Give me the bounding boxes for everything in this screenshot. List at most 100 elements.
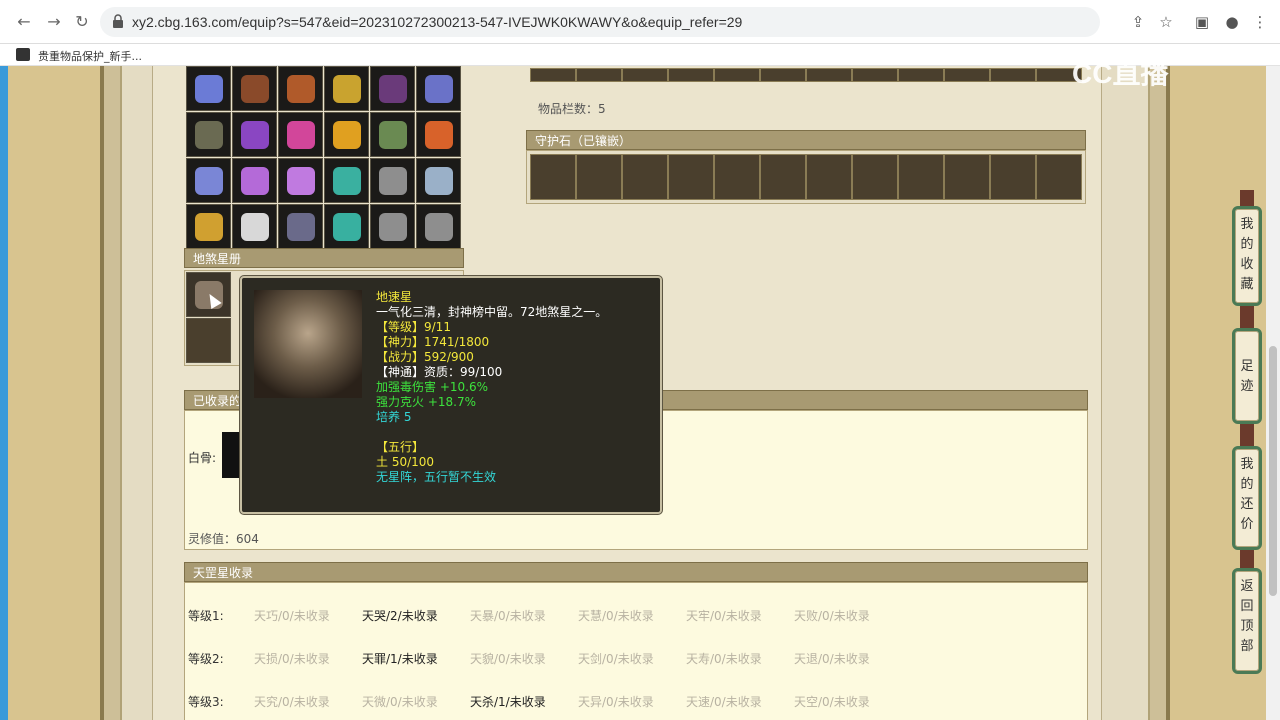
star-entry[interactable]: 天究/0/未收录 [254, 693, 330, 710]
guard-stone-header: 守护石（已镶嵌） [526, 130, 1086, 150]
star-entry[interactable]: 天貌/0/未收录 [470, 650, 546, 667]
item-slot[interactable] [232, 112, 277, 157]
star-entry[interactable]: 天杀/1/未收录 [470, 693, 546, 710]
item-slot[interactable] [416, 66, 461, 111]
url-text: xy2.cbg.163.com/equip?s=547&eid=20231027… [132, 14, 743, 30]
browser-toolbar: ← → ↻ xy2.cbg.163.com/equip?s=547&eid=20… [0, 0, 1280, 44]
tooltip-wuxing-value: 土 50/100 [376, 455, 435, 469]
earth-star-header: 地煞星册 [184, 248, 464, 268]
guard-stone-slot[interactable] [990, 154, 1036, 200]
tooltip-zhanli: 【战力】592/900 [376, 350, 474, 364]
guard-stone-slot[interactable] [576, 154, 622, 200]
tooltip-name: 地速星 [376, 290, 413, 304]
star-entry[interactable]: 天哭/2/未收录 [362, 607, 438, 624]
tooltip-attr-2: 强力克火 +18.7% [376, 395, 476, 409]
guard-stone-slot[interactable] [852, 154, 898, 200]
guard-stone-slot[interactable] [806, 154, 852, 200]
star-entry[interactable]: 天损/0/未收录 [254, 650, 330, 667]
my-counteroffer-button[interactable]: 我的还价 [1232, 446, 1262, 550]
left-edge [0, 66, 8, 720]
tiangang-level-3: 等级3: [188, 695, 224, 709]
star-entry[interactable]: 天牢/0/未收录 [686, 607, 762, 624]
item-slot[interactable] [324, 158, 369, 203]
collected-card-icon[interactable] [222, 432, 242, 478]
forward-icon[interactable]: → [44, 12, 64, 32]
star-entry[interactable]: 天退/0/未收录 [794, 650, 870, 667]
star-entry[interactable]: 天微/0/未收录 [362, 693, 438, 710]
item-slot[interactable] [416, 158, 461, 203]
tooltip-wuxing-note: 无星阵，五行暂不生效 [376, 470, 497, 484]
character-portrait [254, 290, 362, 398]
lock-icon [113, 14, 123, 28]
item-slot[interactable] [324, 204, 369, 249]
collected-row-label: 白骨: [188, 451, 217, 465]
tooltip-cultivate: 培养 5 [376, 410, 412, 424]
guard-stone-slot[interactable] [668, 154, 714, 200]
star-entry[interactable]: 天慧/0/未收录 [578, 607, 654, 624]
star-entry[interactable]: 天寿/0/未收录 [686, 650, 762, 667]
footprint-button[interactable]: 足迹 [1232, 328, 1262, 424]
tiangang-header: 天罡星收录 [184, 562, 1088, 582]
sidebar-icon[interactable]: ▣ [1192, 12, 1212, 32]
guard-stone-slot[interactable] [944, 154, 990, 200]
tooltip-level: 【等级】9/11 [376, 320, 451, 334]
menu-icon[interactable]: ⋮ [1250, 12, 1270, 32]
earth-star-slot-empty[interactable] [186, 318, 231, 363]
item-slot[interactable] [324, 66, 369, 111]
guard-stone-slot[interactable] [760, 154, 806, 200]
item-slot[interactable] [278, 112, 323, 157]
bookmark-icon [16, 48, 30, 61]
reload-icon[interactable]: ↻ [72, 12, 92, 32]
item-slot[interactable] [186, 112, 231, 157]
tooltip-wuxing-title: 【五行】 [376, 440, 425, 454]
stream-watermark: CC直播 [1072, 58, 1169, 89]
item-slot[interactable] [186, 204, 231, 249]
lingxiu-value: 灵修值：604 [188, 532, 259, 546]
guard-stone-slot[interactable] [1036, 154, 1082, 200]
star-entry[interactable]: 天罪/1/未收录 [362, 650, 438, 667]
guard-stone-slot[interactable] [714, 154, 760, 200]
scrollbar-thumb[interactable] [1269, 346, 1277, 596]
tooltip-attr-1: 加强毒伤害 +10.6% [376, 380, 488, 394]
item-slot[interactable] [278, 66, 323, 111]
share-icon[interactable]: ⇪ [1128, 12, 1148, 32]
item-slot[interactable] [370, 158, 415, 203]
item-slot[interactable] [416, 112, 461, 157]
inventory-slots-bottom [530, 68, 1082, 82]
guard-stone-slot[interactable] [898, 154, 944, 200]
item-slot[interactable] [370, 112, 415, 157]
star-entry[interactable]: 天败/0/未收录 [794, 607, 870, 624]
item-slot[interactable] [278, 204, 323, 249]
item-slot[interactable] [232, 158, 277, 203]
star-entry[interactable]: 天空/0/未收录 [794, 693, 870, 710]
star-entry[interactable]: 天剑/0/未收录 [578, 650, 654, 667]
star-tooltip: 地速星 一气化三清，封神榜中留。72地煞星之一。 【等级】9/11 【神力】17… [240, 276, 662, 514]
item-slot[interactable] [370, 66, 415, 111]
item-slot[interactable] [232, 66, 277, 111]
guard-stone-slot[interactable] [622, 154, 668, 200]
profile-icon[interactable]: ● [1222, 12, 1242, 32]
item-slot[interactable] [232, 204, 277, 249]
star-entry[interactable]: 天巧/0/未收录 [254, 607, 330, 624]
star-entry[interactable]: 天暴/0/未收录 [470, 607, 546, 624]
item-slot[interactable] [186, 66, 231, 111]
star-icon[interactable]: ☆ [1156, 12, 1176, 32]
item-slot[interactable] [186, 158, 231, 203]
tooltip-shenli: 【神力】1741/1800 [376, 335, 490, 349]
tooltip-shentong: 【神通】资质：99/100 [376, 365, 503, 379]
item-slot[interactable] [370, 204, 415, 249]
guard-stone-slot[interactable] [530, 154, 576, 200]
address-bar[interactable]: xy2.cbg.163.com/equip?s=547&eid=20231027… [100, 7, 1100, 37]
back-to-top-button[interactable]: 返回顶部 [1232, 568, 1262, 674]
scrollbar[interactable] [1266, 66, 1280, 720]
item-slot[interactable] [324, 112, 369, 157]
back-icon[interactable]: ← [14, 12, 34, 32]
tooltip-desc: 一气化三清，封神榜中留。72地煞星之一。 [376, 305, 608, 319]
guard-stone-slots [530, 154, 1082, 200]
bookmark-item[interactable]: 贵重物品保护_新手... [38, 48, 142, 64]
star-entry[interactable]: 天异/0/未收录 [578, 693, 654, 710]
my-favorites-button[interactable]: 我的收藏 [1232, 206, 1262, 306]
item-slot[interactable] [278, 158, 323, 203]
item-slot[interactable] [416, 204, 461, 249]
star-entry[interactable]: 天速/0/未收录 [686, 693, 762, 710]
